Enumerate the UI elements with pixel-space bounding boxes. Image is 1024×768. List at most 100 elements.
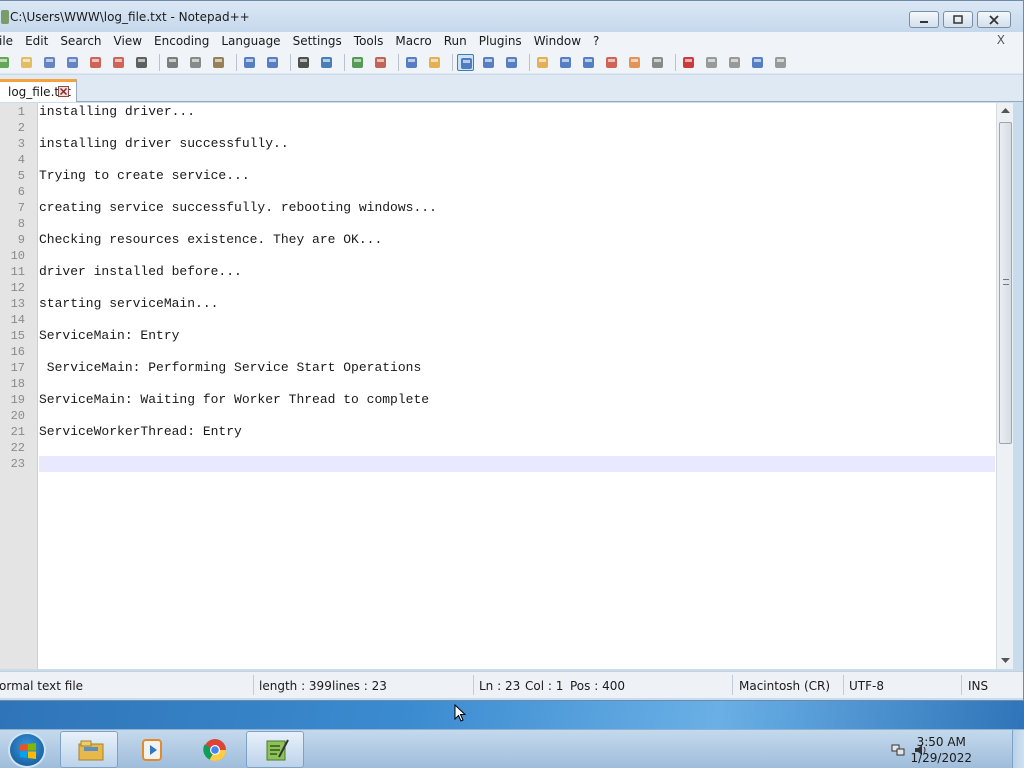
- doc-panel-icon[interactable]: [626, 54, 643, 71]
- code-line[interactable]: Checking resources existence. They are O…: [39, 232, 382, 247]
- status-length: length : 399: [259, 679, 332, 693]
- clipboard-icon[interactable]: [649, 54, 666, 71]
- zoom-out-icon[interactable]: [372, 54, 389, 71]
- doc-map-icon[interactable]: [534, 54, 551, 71]
- line-number: 22: [10, 441, 25, 455]
- menu-item[interactable]: Settings: [286, 33, 347, 50]
- close-window-button[interactable]: [977, 11, 1011, 28]
- menu-item[interactable]: ?: [586, 33, 604, 50]
- line-number: 1: [17, 105, 25, 119]
- cut-icon[interactable]: [164, 54, 181, 71]
- save-icon[interactable]: [41, 54, 58, 71]
- window-title: C:\Users\WWW\log_file.txt - Notepad++: [10, 10, 250, 24]
- vertical-scrollbar[interactable]: [996, 103, 1013, 669]
- taskbar-chrome[interactable]: [184, 731, 242, 768]
- scroll-up-icon[interactable]: [1001, 108, 1010, 114]
- function-list-icon[interactable]: [557, 54, 574, 71]
- find-icon[interactable]: [295, 54, 312, 71]
- undo-icon[interactable]: [241, 54, 258, 71]
- maximize-button[interactable]: [943, 11, 973, 28]
- status-file-type: ormal text file: [0, 679, 84, 693]
- title-bar[interactable]: C:\Users\WWW\log_file.txt - Notepad++: [0, 1, 1023, 32]
- record-macro-icon[interactable]: [680, 54, 697, 71]
- open-icon[interactable]: [18, 54, 35, 71]
- line-number: 21: [10, 425, 25, 439]
- code-line[interactable]: driver installed before...: [39, 264, 242, 279]
- code-line[interactable]: Trying to create service...: [39, 168, 250, 183]
- sync-h-icon[interactable]: [426, 54, 443, 71]
- current-line-highlight: [39, 456, 995, 472]
- clock-time: 3:50 AM: [916, 735, 966, 749]
- menu-item[interactable]: Tools: [347, 33, 389, 50]
- menu-item[interactable]: ile: [0, 33, 18, 50]
- text-editor[interactable]: 1 2 3 4 5 6 7 8 9 10 11 12 13 14 15 16 17 18 19 20 21 22 23 in…: [0, 103, 996, 669]
- code-line[interactable]: installing driver...: [39, 104, 195, 119]
- stop-macro-icon[interactable]: [703, 54, 720, 71]
- start-button[interactable]: [8, 732, 46, 768]
- windows-logo-icon: [20, 743, 36, 759]
- sync-v-icon[interactable]: [403, 54, 420, 71]
- redo-icon[interactable]: [264, 54, 281, 71]
- menu-item[interactable]: Window: [527, 33, 586, 50]
- taskbar-notepad-plus-plus[interactable]: [246, 731, 304, 768]
- line-number-gutter: 1 2 3 4 5 6 7 8 9 10 11 12 13 14 15 16 17 18 19 20 21 22 23: [0, 103, 38, 669]
- word-wrap-icon[interactable]: [457, 54, 474, 71]
- close-document-menu-button[interactable]: X: [997, 33, 1005, 47]
- code-line[interactable]: ServiceMain: Entry: [39, 328, 179, 343]
- clock-date: 1/29/2022: [910, 751, 972, 765]
- network-icon[interactable]: [891, 743, 905, 757]
- monitor-icon[interactable]: [603, 54, 620, 71]
- close-all-icon[interactable]: [110, 54, 127, 71]
- show-desktop-button[interactable]: [1012, 730, 1024, 768]
- scroll-down-icon[interactable]: [1001, 658, 1010, 664]
- indent-guide-icon[interactable]: [503, 54, 520, 71]
- system-clock[interactable]: 3:50 AM 1/29/2022: [910, 734, 972, 766]
- line-number: 14: [10, 313, 25, 327]
- close-icon[interactable]: [87, 54, 104, 71]
- taskbar-file-explorer[interactable]: [60, 731, 118, 768]
- code-line[interactable]: installing driver successfully..: [39, 136, 289, 151]
- line-number: 16: [10, 345, 25, 359]
- menu-item[interactable]: Search: [53, 33, 106, 50]
- code-line[interactable]: ServiceMain: Performing Service Start Op…: [39, 360, 421, 375]
- code-line[interactable]: ServiceMain: Waiting for Worker Thread t…: [39, 392, 429, 407]
- zoom-in-icon[interactable]: [349, 54, 366, 71]
- menu-item[interactable]: View: [107, 33, 147, 50]
- notepad-plus-plus-icon: [266, 739, 289, 761]
- show-all-chars-icon[interactable]: [480, 54, 497, 71]
- line-number: 4: [17, 153, 25, 167]
- status-eol: Macintosh (CR): [739, 679, 831, 693]
- code-line[interactable]: starting serviceMain...: [39, 296, 218, 311]
- save-macro-icon[interactable]: [772, 54, 789, 71]
- menu-item[interactable]: Plugins: [472, 33, 527, 50]
- code-line[interactable]: ServiceWorkerThread: Entry: [39, 424, 242, 439]
- code-line[interactable]: creating service successfully. rebooting…: [39, 200, 437, 215]
- tab-log-file[interactable]: log_file.txt: [0, 79, 77, 102]
- print-icon[interactable]: [133, 54, 150, 71]
- line-number: 3: [17, 137, 25, 151]
- new-icon[interactable]: [0, 54, 12, 71]
- menu-item[interactable]: Language: [214, 33, 285, 50]
- menu-item[interactable]: Run: [437, 33, 472, 50]
- menu-item[interactable]: Macro: [388, 33, 436, 50]
- folder-workspace-icon[interactable]: [580, 54, 597, 71]
- paste-icon[interactable]: [210, 54, 227, 71]
- save-all-icon[interactable]: [64, 54, 81, 71]
- line-number: 6: [17, 185, 25, 199]
- status-col: Col : 1: [525, 679, 564, 693]
- run-macro-multiple-icon[interactable]: [749, 54, 766, 71]
- minimize-button[interactable]: [909, 11, 939, 28]
- line-number: 19: [10, 393, 25, 407]
- menu-item[interactable]: Encoding: [147, 33, 214, 50]
- chrome-icon: [203, 739, 226, 761]
- scrollbar-thumb[interactable]: [999, 122, 1012, 444]
- menu-item[interactable]: Edit: [18, 33, 53, 50]
- play-macro-icon[interactable]: [726, 54, 743, 71]
- tab-close-icon[interactable]: [58, 86, 69, 97]
- line-number: 15: [10, 329, 25, 343]
- taskbar-media-player[interactable]: [122, 731, 180, 768]
- desktop-background: [0, 701, 1024, 729]
- replace-icon[interactable]: [318, 54, 335, 71]
- copy-icon[interactable]: [187, 54, 204, 71]
- status-insert-mode: INS: [968, 679, 989, 693]
